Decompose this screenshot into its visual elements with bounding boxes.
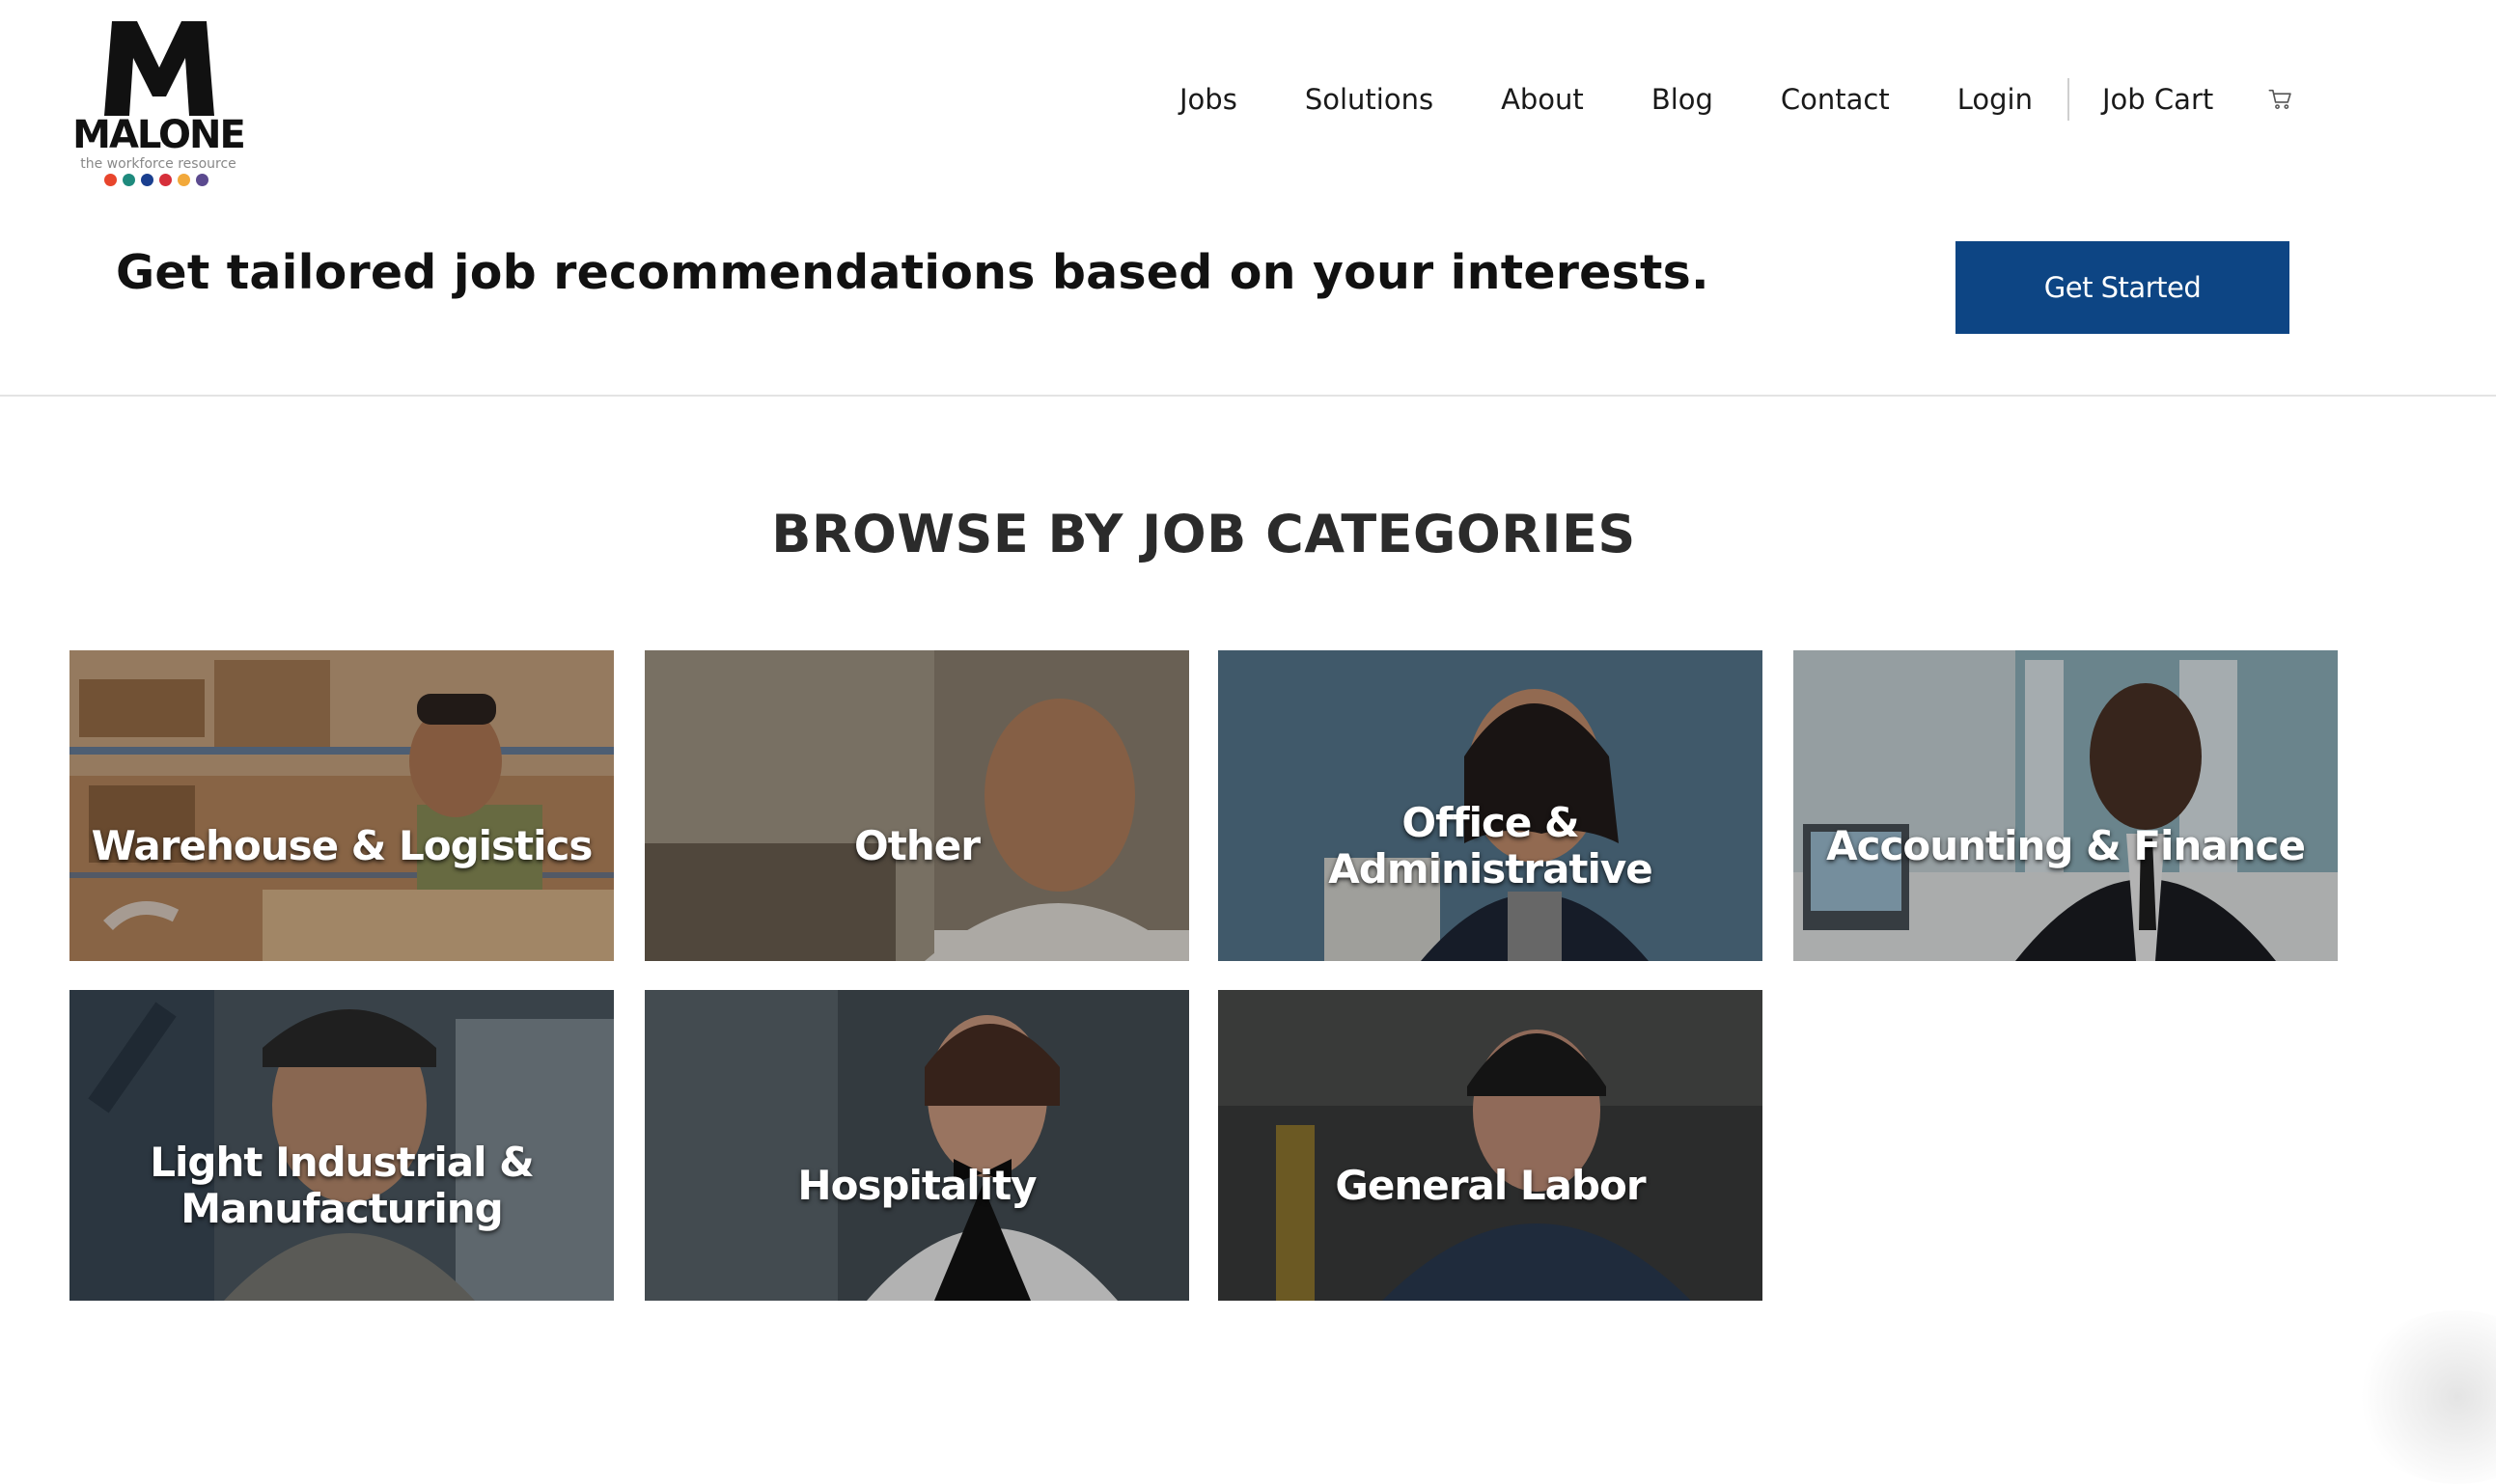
category-tile-accounting-finance[interactable]: Accounting & Finance xyxy=(1793,650,2338,961)
nav-job-cart[interactable]: Job Cart xyxy=(2102,83,2213,116)
nav-divider xyxy=(2067,78,2069,121)
category-tile-light-industrial-manufacturing[interactable]: Light Industrial & Manufacturing xyxy=(69,990,614,1301)
category-tile-hospitality[interactable]: Hospitality xyxy=(645,990,1189,1301)
nav-jobs[interactable]: Jobs xyxy=(1179,83,1237,116)
logo-dot xyxy=(196,174,208,186)
cart-icon[interactable] xyxy=(2267,86,2294,113)
category-label: Other xyxy=(854,822,981,869)
logo-dot xyxy=(104,174,117,186)
logo-dot xyxy=(141,174,153,186)
get-started-button[interactable]: Get Started xyxy=(1955,241,2289,334)
logo-dot xyxy=(159,174,172,186)
nav-about[interactable]: About xyxy=(1501,83,1584,116)
logo-dot xyxy=(178,174,190,186)
category-tile-office-administrative[interactable]: Office & Administrative xyxy=(1218,650,1762,961)
nav-blog[interactable]: Blog xyxy=(1651,83,1713,116)
nav-login[interactable]: Login xyxy=(1957,83,2033,116)
category-label: Accounting & Finance xyxy=(1826,822,2306,869)
section-title: BROWSE BY JOB CATEGORIES xyxy=(771,504,1636,564)
category-label: General Labor xyxy=(1335,1162,1646,1209)
logo-tagline: the workforce resource xyxy=(80,156,236,172)
recommendations-banner-text: Get tailored job recommendations based o… xyxy=(116,245,1709,300)
logo-dots xyxy=(104,174,208,187)
category-label: Warehouse & Logistics xyxy=(91,822,594,869)
corner-shadow xyxy=(2351,1310,2496,1484)
nav-contact[interactable]: Contact xyxy=(1781,83,1890,116)
category-label: Light Industrial & Manufacturing xyxy=(150,1139,535,1232)
logo-m-icon xyxy=(104,21,214,116)
header-divider xyxy=(0,395,2496,397)
main-nav: Jobs Solutions About Blog Contact Login … xyxy=(1158,75,2294,124)
nav-solutions[interactable]: Solutions xyxy=(1305,83,1433,116)
malone-logo[interactable]: MALONE the workforce resource xyxy=(71,21,246,191)
logo-wordmark: MALONE xyxy=(72,113,246,157)
category-label: Hospitality xyxy=(797,1162,1037,1209)
category-tile-general-labor[interactable]: General Labor xyxy=(1218,990,1762,1301)
category-tile-other[interactable]: Other xyxy=(645,650,1189,961)
logo-dot xyxy=(123,174,135,186)
category-tile-warehouse-logistics[interactable]: Warehouse & Logistics xyxy=(69,650,614,961)
category-label: Office & Administrative xyxy=(1328,799,1653,893)
